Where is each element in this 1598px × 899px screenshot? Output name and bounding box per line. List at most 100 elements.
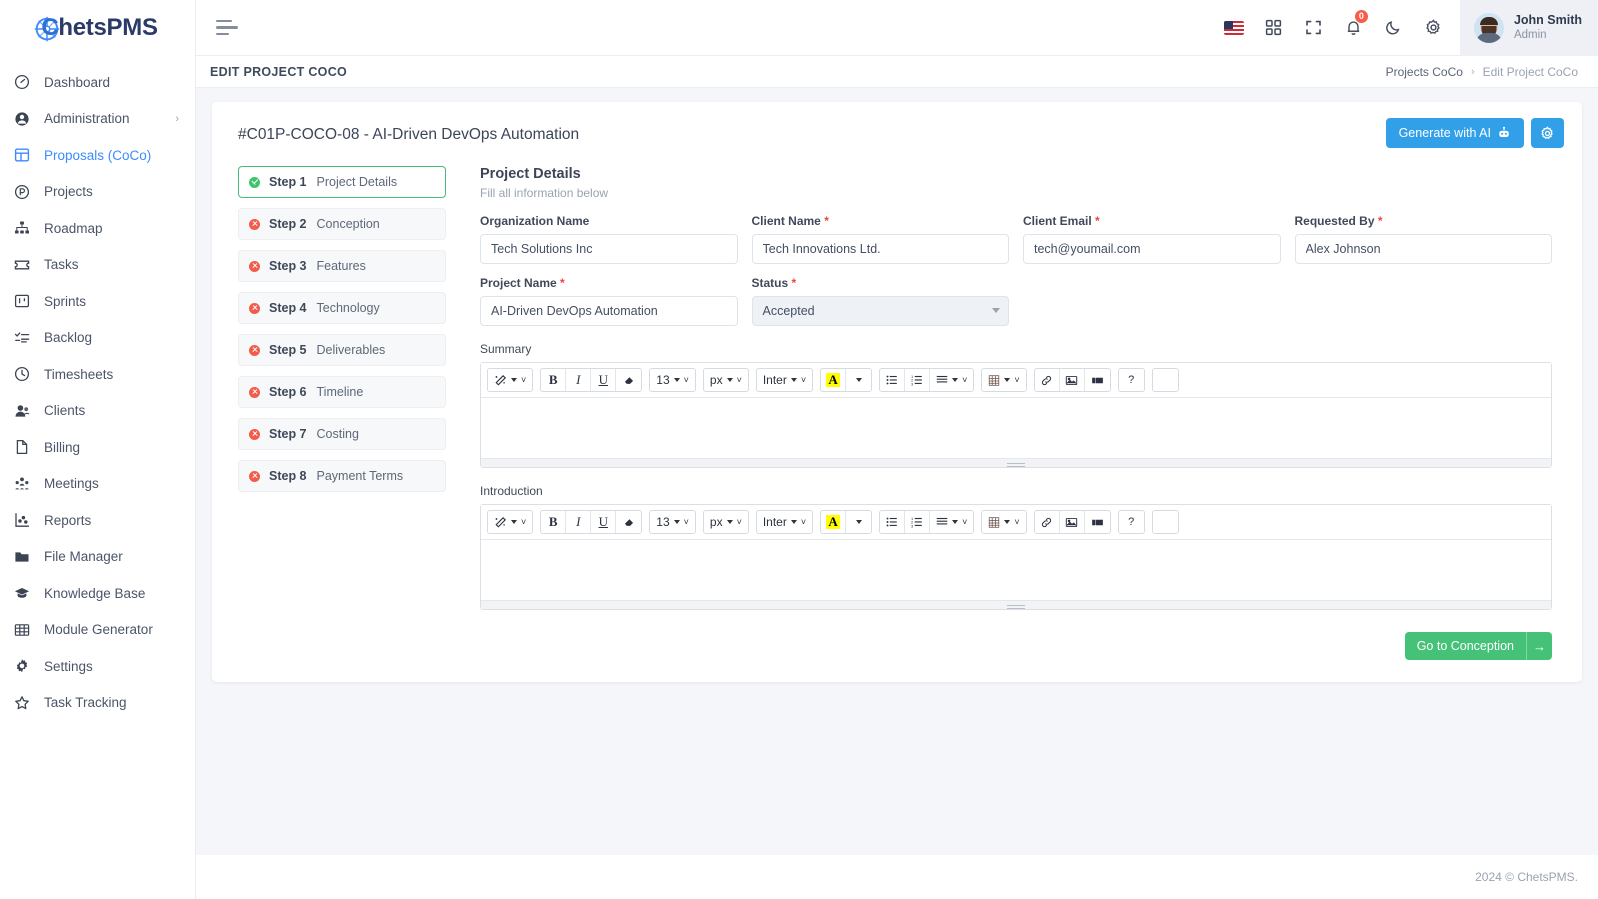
status-select[interactable]: Accepted <box>751 296 1009 326</box>
user-name: John Smith <box>1513 12 1582 27</box>
sidebar-item-label: Settings <box>44 658 93 674</box>
sidebar-item-administration[interactable]: Administration › <box>0 101 195 138</box>
toolbar-group-code: ? <box>1117 510 1145 534</box>
brand-logo-area[interactable]: ChetsPMS <box>0 0 195 56</box>
italic-icon[interactable]: I <box>566 511 592 533</box>
code-view-icon[interactable]: ? <box>1118 511 1144 533</box>
arrow-right-icon: → <box>1526 632 1552 660</box>
field-client-email: Client Email * <box>1023 214 1281 264</box>
summary-editor-content[interactable] <box>481 398 1551 458</box>
bold-icon[interactable]: B <box>541 511 567 533</box>
sidebar-item-reports[interactable]: Reports <box>0 502 195 539</box>
step-item-5[interactable]: Step 5 Deliverables <box>238 334 446 366</box>
underline-icon[interactable]: U <box>591 369 617 391</box>
link-icon[interactable] <box>1034 369 1060 391</box>
step-item-6[interactable]: Step 6 Timeline <box>238 376 446 408</box>
dark-mode-toggle[interactable] <box>1374 0 1414 56</box>
sidebar-item-clients[interactable]: Clients <box>0 393 195 430</box>
sidebar-item-roadmap[interactable]: Roadmap <box>0 210 195 247</box>
step-item-1[interactable]: Step 1 Project Details <box>238 166 446 198</box>
font-size-select[interactable]: 13 ˅ <box>650 369 695 391</box>
align-icon[interactable]: ˅ <box>930 369 974 391</box>
font-unit-select[interactable]: px ˅ <box>703 511 748 533</box>
breadcrumb-parent[interactable]: Projects CoCo <box>1386 65 1463 79</box>
sidebar-item-module-generator[interactable]: Module Generator <box>0 612 195 649</box>
sidebar-item-projects[interactable]: Projects <box>0 174 195 211</box>
bullet-list-icon[interactable] <box>880 511 906 533</box>
align-icon[interactable]: ˅ <box>930 511 974 533</box>
language-selector[interactable] <box>1214 0 1254 56</box>
chevron-right-icon: › <box>175 112 179 125</box>
color-dropdown-icon[interactable] <box>846 369 872 391</box>
sidebar-item-task-tracking[interactable]: Task Tracking <box>0 685 195 722</box>
italic-icon[interactable]: I <box>566 369 592 391</box>
summary-editor-toolbar: ˅ B I U 13 ˅ px ˅ Inter ˅ A 1 2 3 ˅ ˅ ? <box>481 363 1551 398</box>
color-dropdown-icon[interactable] <box>846 511 872 533</box>
step-item-2[interactable]: Step 2 Conception <box>238 208 446 240</box>
project-name-input[interactable] <box>480 296 738 326</box>
sidebar-item-timesheets[interactable]: Timesheets <box>0 356 195 393</box>
eraser-icon[interactable] <box>616 511 642 533</box>
sidebar-item-proposals[interactable]: Proposals (CoCo) <box>0 137 195 174</box>
error-circle-icon <box>249 344 260 356</box>
apps-grid-button[interactable] <box>1254 0 1294 56</box>
sidebar-item-billing[interactable]: Billing <box>0 429 195 466</box>
step-item-8[interactable]: Step 8 Payment Terms <box>238 460 446 492</box>
go-to-conception-button[interactable]: Go to Conception → <box>1404 632 1552 660</box>
font-family-select[interactable]: Inter ˅ <box>756 369 813 391</box>
magic-wand-icon[interactable]: ˅ <box>488 369 533 391</box>
numbered-list-icon[interactable]: 123 <box>905 369 931 391</box>
fullscreen-icon <box>1306 20 1322 35</box>
summary-resize-handle[interactable] <box>481 458 1551 467</box>
introduction-resize-handle[interactable] <box>481 600 1551 609</box>
step-item-4[interactable]: Step 4 Technology <box>238 292 446 324</box>
text-highlight-icon[interactable]: A <box>821 511 847 533</box>
sidebar-item-meetings[interactable]: Meetings <box>0 466 195 503</box>
fullscreen-button[interactable] <box>1294 0 1334 56</box>
image-icon[interactable] <box>1059 369 1085 391</box>
sidebar-item-file-manager[interactable]: File Manager <box>0 539 195 576</box>
numbered-list-icon[interactable]: 123 <box>905 511 931 533</box>
notifications-button[interactable]: 0 <box>1334 0 1374 56</box>
sidebar-item-backlog[interactable]: Backlog <box>0 320 195 357</box>
eraser-icon[interactable] <box>616 369 642 391</box>
svg-text:3: 3 <box>911 381 913 386</box>
generate-with-ai-button[interactable]: Generate with AI <box>1385 118 1524 148</box>
toolbar-group-color: A <box>820 368 873 392</box>
user-profile[interactable]: John Smith Admin <box>1459 0 1598 56</box>
client-name-input[interactable] <box>751 234 1009 264</box>
table-icon[interactable]: ˅ <box>982 369 1026 391</box>
sidebar-item-tasks[interactable]: Tasks <box>0 247 195 284</box>
organization-name-input[interactable] <box>480 234 738 264</box>
font-unit-select[interactable]: px ˅ <box>703 369 748 391</box>
graduation-cap-icon <box>14 584 36 602</box>
sidebar-item-label: Roadmap <box>44 220 103 236</box>
magic-wand-icon[interactable]: ˅ <box>488 511 533 533</box>
help-icon[interactable] <box>1152 511 1178 533</box>
help-icon[interactable] <box>1152 369 1178 391</box>
topbar-settings-button[interactable] <box>1414 0 1454 56</box>
video-icon[interactable] <box>1084 369 1110 391</box>
sidebar-item-knowledge-base[interactable]: Knowledge Base <box>0 575 195 612</box>
code-view-icon[interactable]: ? <box>1118 369 1144 391</box>
card-settings-button[interactable] <box>1531 118 1564 148</box>
requested-by-input[interactable] <box>1294 234 1552 264</box>
link-icon[interactable] <box>1034 511 1060 533</box>
bold-icon[interactable]: B <box>541 369 567 391</box>
hamburger-icon[interactable] <box>216 19 242 36</box>
text-highlight-icon[interactable]: A <box>821 369 847 391</box>
video-icon[interactable] <box>1084 511 1110 533</box>
image-icon[interactable] <box>1059 511 1085 533</box>
sidebar-item-dashboard[interactable]: Dashboard <box>0 64 195 101</box>
sidebar-item-sprints[interactable]: Sprints <box>0 283 195 320</box>
underline-icon[interactable]: U <box>591 511 617 533</box>
client-email-input[interactable] <box>1023 234 1281 264</box>
font-size-select[interactable]: 13 ˅ <box>650 511 695 533</box>
introduction-editor-content[interactable] <box>481 540 1551 600</box>
step-item-7[interactable]: Step 7 Costing <box>238 418 446 450</box>
step-item-3[interactable]: Step 3 Features <box>238 250 446 282</box>
sidebar-item-settings[interactable]: Settings <box>0 648 195 685</box>
table-icon[interactable]: ˅ <box>982 511 1026 533</box>
bullet-list-icon[interactable] <box>880 369 906 391</box>
font-family-select[interactable]: Inter ˅ <box>756 511 813 533</box>
